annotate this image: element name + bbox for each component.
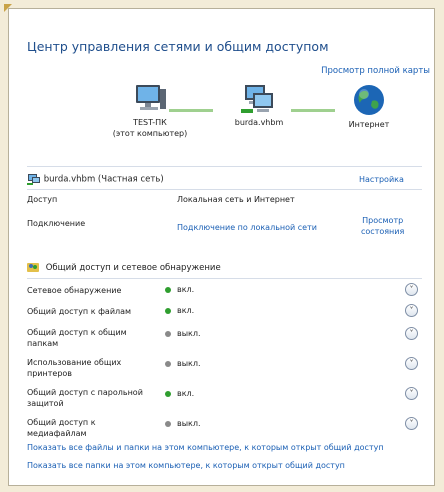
status-off-icon (165, 331, 171, 337)
expand-chevron-icon[interactable]: ˅ (405, 417, 418, 430)
sharing-item-name: Общий доступ к общим папкам (27, 328, 127, 348)
map-connector-right (291, 109, 335, 112)
divider (27, 278, 422, 279)
globe-icon (354, 85, 384, 115)
sharing-item-name: Общий доступ с парольной защитой (27, 388, 143, 408)
status-on-icon (165, 391, 171, 397)
map-connector-left (169, 109, 213, 112)
status-on-icon (165, 308, 171, 314)
network-header: burda.vhbm (Частная сеть) (27, 173, 164, 185)
status-off-icon (165, 421, 171, 427)
expand-chevron-icon[interactable]: ˅ (405, 387, 418, 400)
sharing-icon (27, 263, 39, 272)
view-status-link[interactable]: Просмотр состояния (361, 215, 404, 237)
row-label: Доступ (27, 195, 58, 204)
sharing-item-name: Использование общих принтеров (27, 358, 122, 378)
sharing-item-state: вкл. (177, 389, 195, 398)
page-title: Центр управления сетями и общим доступом (27, 39, 329, 54)
show-all-files-link[interactable]: Показать все файлы и папки на этом компь… (27, 443, 384, 452)
network-title: burda.vhbm (Частная сеть) (43, 174, 164, 185)
window-frame: Центр управления сетями и общим доступом… (4, 4, 435, 486)
sharing-item-state: вкл. (177, 306, 195, 315)
row-label: Подключение (27, 219, 86, 228)
map-node-internet[interactable]: Интернет (334, 83, 404, 130)
sharing-item-name: Общий доступ к медиафайлам (27, 418, 96, 438)
sharing-item-state: выкл. (177, 329, 201, 338)
sharing-item-name: Общий доступ к файлам (27, 307, 132, 316)
show-all-folders-link[interactable]: Показать все папки на этом компьютере, к… (27, 461, 345, 470)
network-icon (241, 85, 273, 113)
view-status-line1: Просмотр (362, 216, 404, 225)
status-on-icon (165, 287, 171, 293)
view-full-map-link[interactable]: Просмотр полной карты (321, 66, 430, 76)
network-small-icon (27, 174, 40, 185)
sharing-header: Общий доступ и сетевое обнаружение (27, 261, 221, 273)
sharing-item-state: выкл. (177, 359, 201, 368)
computer-subtitle: (этот компьютер) (112, 129, 188, 138)
internet-label: Интернет (348, 120, 390, 129)
expand-chevron-icon[interactable]: ˅ (405, 357, 418, 370)
expand-chevron-icon[interactable]: ˅ (405, 327, 418, 340)
frame-corner-mark (4, 4, 12, 12)
view-status-line2: состояния (361, 227, 405, 236)
expand-chevron-icon[interactable]: ˅ (405, 283, 418, 296)
status-off-icon (165, 361, 171, 367)
expand-chevron-icon[interactable]: ˅ (405, 304, 418, 317)
sharing-item-name: Сетевое обнаружение (27, 286, 122, 295)
row-value: Локальная сеть и Интернет (177, 195, 295, 204)
customize-link[interactable]: Настройка (359, 175, 404, 184)
sharing-item-state: вкл. (177, 285, 195, 294)
divider (27, 166, 422, 167)
sharing-title: Общий доступ и сетевое обнаружение (45, 262, 221, 273)
computer-name: TEST-ПК (133, 118, 167, 127)
network-name: burda.vhbm (234, 118, 284, 127)
map-node-network[interactable]: burda.vhbm (219, 83, 299, 128)
computer-icon (136, 85, 166, 110)
sharing-item-state: выкл. (177, 419, 201, 428)
divider (27, 189, 422, 190)
connection-link[interactable]: Подключение по локальной сети (177, 223, 317, 232)
